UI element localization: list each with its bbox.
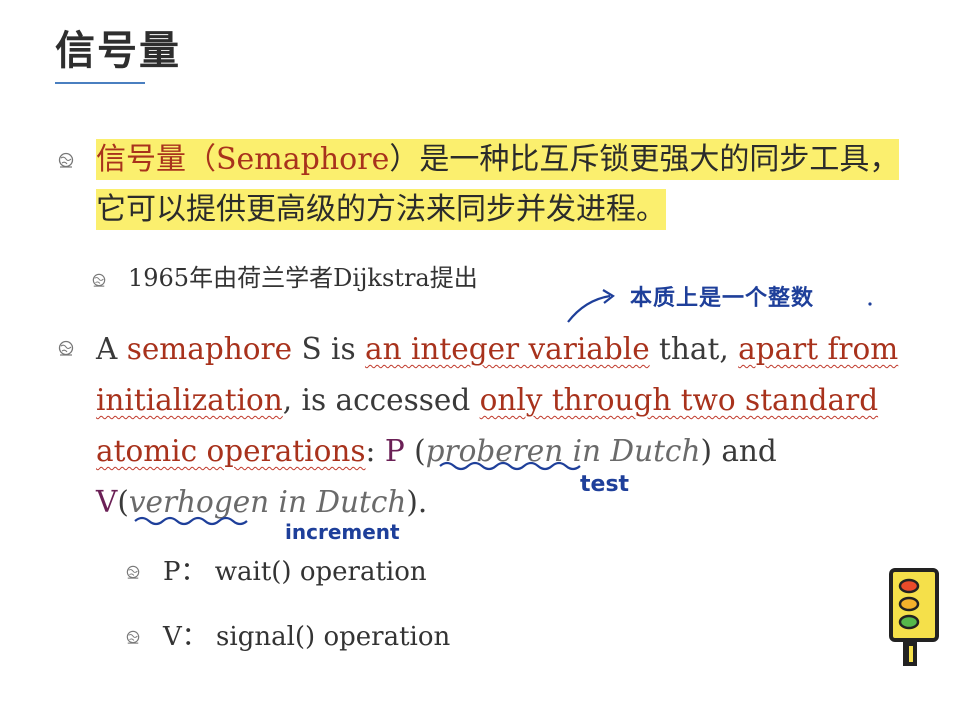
- bullet-semaphore-definition-cn: 信号量（Semaphore）是一种比互斥锁更强大的同步工具，它可以提供更高级的方…: [96, 135, 926, 235]
- globe-bullet-icon: [58, 340, 74, 356]
- bullet-semaphore-definition-en: A semaphore S is an integer variable tha…: [96, 324, 916, 528]
- traffic-light-icon: [889, 568, 939, 666]
- sub-bullet-p-wait: P： wait() operation: [163, 557, 427, 587]
- globe-bullet-icon: [58, 152, 74, 168]
- text-and: ) and: [700, 434, 777, 468]
- phrase-only-through: only through two standard: [479, 383, 879, 417]
- globe-bullet-icon: [92, 273, 106, 287]
- phrase-integer-variable: an integer variable: [364, 332, 650, 366]
- text-colon: :: [365, 434, 385, 468]
- slide-title: 信号量: [55, 28, 181, 74]
- text-paren: (: [404, 434, 426, 468]
- term-proberen: proberen in Dutch: [425, 434, 701, 468]
- text-paren: (: [117, 485, 129, 519]
- word-initialization: initialization: [96, 383, 283, 417]
- sub-bullet-dijkstra: 1965年由荷兰学者Dijkstra提出: [128, 264, 478, 292]
- sub-bullet-v-signal: V： signal() operation: [163, 622, 451, 652]
- phrase-atomic-operations: atomic operations: [96, 434, 366, 468]
- globe-bullet-icon: [126, 565, 140, 579]
- text-accessed: , is accessed: [282, 383, 480, 417]
- handwritten-note-test: test: [580, 472, 630, 497]
- term-verhogen: verhogen in Dutch: [128, 485, 407, 519]
- text-that: that,: [649, 332, 739, 366]
- text-s-is: S is: [292, 332, 365, 366]
- ink-dot: [868, 302, 872, 306]
- text-close: ).: [406, 485, 428, 519]
- phrase-apart-from: apart from: [738, 332, 899, 366]
- highlight-prefix: 信号量（: [96, 142, 216, 177]
- handwritten-note-essence: 本质上是一个整数: [630, 286, 815, 311]
- word-semaphore: semaphore: [126, 332, 293, 366]
- handwritten-note-increment: increment: [285, 520, 400, 544]
- text-a: A: [96, 332, 127, 366]
- title-underline: [55, 82, 145, 84]
- letter-p: P: [384, 434, 405, 468]
- ink-arrow-icon: [567, 294, 611, 323]
- term-semaphore: Semaphore: [216, 142, 390, 177]
- ink-arrowhead-icon: [602, 289, 615, 304]
- globe-bullet-icon: [126, 630, 140, 644]
- letter-v: V: [96, 485, 118, 519]
